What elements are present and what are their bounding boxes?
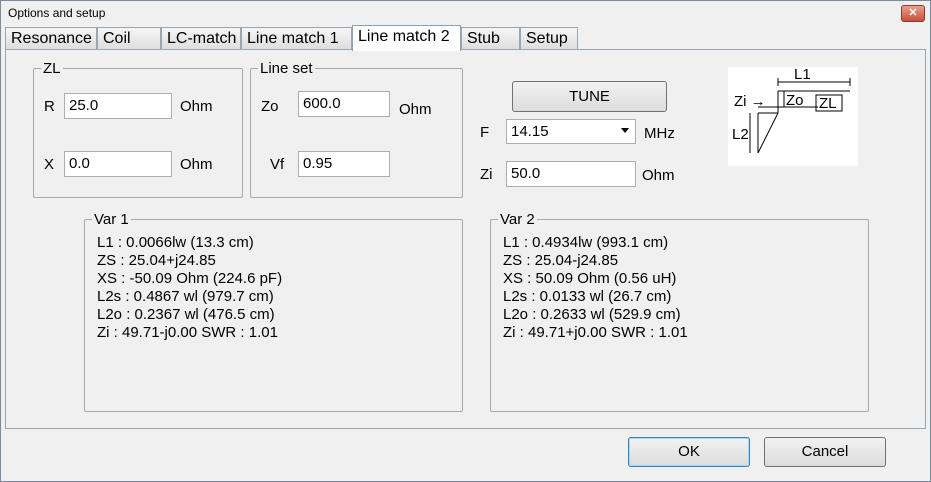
title-bar: Options and setup ✕: [1, 1, 930, 23]
tune-button[interactable]: TUNE: [512, 81, 667, 112]
options-window: Options and setup ✕ Resonance Coil LC-ma…: [0, 0, 931, 482]
chevron-down-icon[interactable]: [621, 128, 629, 133]
zi-input[interactable]: 50.0: [506, 161, 636, 187]
r-unit: Ohm: [180, 98, 213, 115]
var2-line: L2s : 0.0133 wl (26.7 cm): [503, 288, 672, 305]
vf-label: Vf: [270, 156, 285, 173]
vf-input[interactable]: 0.95: [298, 151, 390, 177]
var1-group: Var 1 L1 : 0.0066lw (13.3 cm) ZS : 25.04…: [84, 211, 463, 412]
zo-label: Zo: [261, 98, 279, 115]
close-icon: ✕: [908, 7, 918, 19]
line-set-group: Line set Zo 600.0 Ohm Vf 0.95: [250, 60, 463, 198]
zo-unit: Ohm: [399, 101, 432, 118]
zi-unit: Ohm: [642, 167, 675, 184]
var2-line: XS : 50.09 Ohm (0.56 uH): [503, 270, 677, 287]
var1-line: L2s : 0.4867 wl (979.7 cm): [97, 288, 274, 305]
frequency-unit: MHz: [644, 125, 675, 142]
tab-coil[interactable]: Coil: [97, 27, 161, 49]
var2-results: L1 : 0.4934lw (993.1 cm) ZS : 25.04-j24.…: [503, 234, 688, 342]
var1-line: ZS : 25.04+j24.85: [97, 252, 216, 269]
r-input[interactable]: 25.0: [64, 93, 172, 119]
line-match-diagram: L1 Zi → Zo ZL L2: [728, 66, 858, 166]
var2-line: L1 : 0.4934lw (993.1 cm): [503, 234, 669, 251]
tab-stub[interactable]: Stub: [461, 27, 520, 49]
cancel-button[interactable]: Cancel: [764, 437, 886, 467]
var2-title: Var 2: [498, 211, 537, 228]
var1-results: L1 : 0.0066lw (13.3 cm) ZS : 25.04+j24.8…: [97, 234, 282, 342]
diagram-zl-label: ZL: [819, 95, 837, 112]
frequency-value: 14.15: [511, 123, 549, 140]
x-input[interactable]: 0.0: [64, 151, 172, 177]
tab-lc-match[interactable]: LC-match: [161, 27, 241, 49]
close-button[interactable]: ✕: [901, 5, 925, 22]
var1-line: Zi : 49.71-j0.00 SWR : 1.01: [97, 324, 278, 341]
var2-line: ZS : 25.04-j24.85: [503, 252, 619, 269]
var1-title: Var 1: [92, 211, 131, 228]
zi-label: Zi: [480, 166, 493, 183]
r-label: R: [44, 98, 55, 115]
frequency-select[interactable]: 14.15: [506, 119, 636, 144]
frequency-label: F: [480, 124, 490, 141]
var1-line: XS : -50.09 Ohm (224.6 pF): [97, 270, 283, 287]
diagram-zo-label: Zo: [786, 92, 804, 109]
var1-line: L1 : 0.0066lw (13.3 cm): [97, 234, 254, 251]
var1-line: L2o : 0.2367 wl (476.5 cm): [97, 306, 275, 323]
diagram-l1-label: L1: [794, 67, 811, 83]
var2-line: Zi : 49.71+j0.00 SWR : 1.01: [503, 324, 688, 341]
ok-button[interactable]: OK: [628, 437, 750, 467]
x-label: X: [44, 156, 55, 173]
diagram-l2-label: L2: [732, 126, 749, 143]
x-unit: Ohm: [180, 156, 213, 173]
line-set-group-title: Line set: [258, 60, 315, 77]
zl-group-title: ZL: [41, 60, 63, 77]
tab-line-match-2[interactable]: Line match 2: [352, 25, 461, 51]
tab-setup[interactable]: Setup: [520, 27, 578, 49]
window-title: Options and setup: [8, 6, 106, 20]
zl-group: ZL R 25.0 Ohm X 0.0 Ohm: [33, 60, 243, 198]
var2-group: Var 2 L1 : 0.4934lw (993.1 cm) ZS : 25.0…: [490, 211, 869, 412]
tab-line-match-1[interactable]: Line match 1: [241, 27, 352, 49]
tab-resonance[interactable]: Resonance: [5, 27, 97, 49]
line-match-2-panel: ZL R 25.0 Ohm X 0.0 Ohm Line set Zo 600.…: [5, 49, 926, 429]
zo-input[interactable]: 600.0: [298, 91, 390, 117]
var2-line: L2o : 0.2633 wl (529.9 cm): [503, 306, 681, 323]
